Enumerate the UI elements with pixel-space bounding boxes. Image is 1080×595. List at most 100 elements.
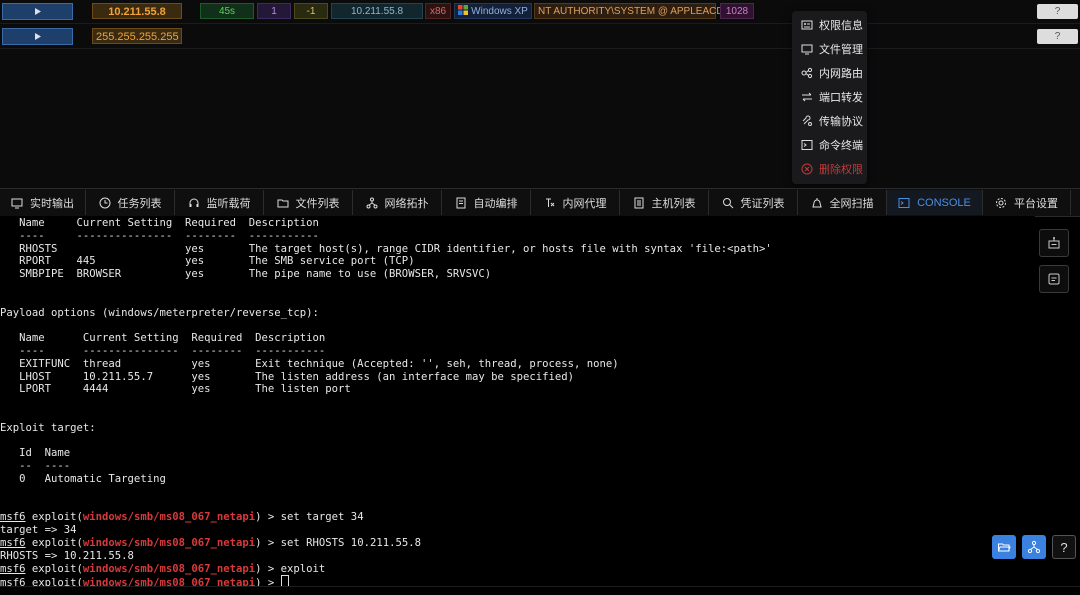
tab-credential-list[interactable]: 凭证列表 (709, 190, 798, 215)
monitor-icon (11, 197, 23, 209)
play-icon (34, 8, 41, 15)
tab-label: 任务列表 (117, 197, 162, 210)
list-icon (633, 197, 645, 209)
session-arch: x86 (425, 3, 451, 19)
session-help-button[interactable]: ? (1037, 29, 1078, 44)
headphones-icon (188, 197, 200, 209)
network-icon (801, 67, 813, 79)
notes-button[interactable] (1039, 265, 1069, 293)
tab-label: CONSOLE (917, 196, 971, 209)
command-output: RHOSTS => 10.211.55.8 (0, 549, 134, 562)
tab-platform-settings[interactable]: 平台设置 (983, 190, 1071, 215)
terminal-line: ---- --------------- -------- ----------… (0, 229, 319, 242)
session-panel: 10.211.55.8 45s 1 -1 10.211.55.8 x86 Win… (0, 0, 1080, 188)
tab-listener-payload[interactable]: 监听载荷 (175, 190, 264, 215)
terminal-line: -- ---- (0, 460, 71, 473)
menu-item-command-terminal[interactable]: 命令终端 (792, 133, 867, 157)
terminal-line: RPORT 445 yes The SMB service port (TCP) (0, 255, 415, 268)
session-expand-button[interactable] (2, 28, 73, 45)
tab-intranet-proxy[interactable]: 内网代理 (531, 190, 620, 215)
tab-task-list[interactable]: 任务列表 (86, 190, 175, 215)
session-id: 1 (257, 3, 291, 19)
swap-arrows-icon (801, 91, 813, 103)
prompt-line: msf6 exploit(windows/smb/ms08_067_netapi… (0, 563, 325, 576)
prompt-line: msf6 exploit(windows/smb/ms08_067_netapi… (0, 537, 421, 550)
menu-item-label: 端口转发 (819, 92, 863, 104)
prompt-suffix: ) > exploit (255, 562, 326, 575)
prompt-suffix: ) > set RHOSTS 10.211.55.8 (255, 537, 421, 549)
open-folder-button[interactable] (992, 535, 1016, 559)
prompt-user: msf6 (0, 562, 26, 575)
terminal-line: Name Current Setting Required Descriptio… (0, 217, 319, 229)
menu-item-permission-info[interactable]: 权限信息 (792, 13, 867, 37)
menu-item-delete-permission[interactable]: 删除权限 (792, 157, 867, 181)
topology-button[interactable] (1022, 535, 1046, 559)
session-user: NT AUTHORITY\SYSTEM @ APPLEACD1 (534, 3, 729, 19)
terminal-line: 0 Automatic Targeting (0, 473, 166, 485)
robot-button[interactable] (1039, 229, 1069, 257)
robot-icon (1048, 237, 1060, 249)
help-button[interactable]: ? (1052, 535, 1076, 559)
menu-item-label: 删除权限 (819, 164, 863, 176)
play-icon (34, 33, 41, 40)
windows-icon (458, 5, 469, 15)
topology-icon (1027, 540, 1041, 554)
tab-auto-orchestration[interactable]: 自动编排 (442, 190, 531, 215)
tab-label: 文件列表 (295, 197, 340, 210)
session-os-label: Windows XP (471, 6, 528, 17)
menu-item-file-manager[interactable]: 文件管理 (792, 37, 867, 61)
folder-open-icon (998, 543, 1011, 552)
terminal-line: LHOST 10.211.55.7 yes The listen address… (0, 370, 575, 383)
tab-network-topology[interactable]: 网络拓扑 (353, 190, 442, 215)
menu-item-label: 内网路由 (819, 68, 863, 80)
terminal-icon (898, 197, 910, 209)
monitor-icon (801, 43, 813, 55)
session-expand-button[interactable] (2, 3, 73, 20)
menu-item-label: 文件管理 (819, 44, 863, 56)
prompt-prefix: exploit( (25, 537, 83, 549)
tab-console[interactable]: CONSOLE (887, 190, 983, 215)
session-internal-ip: 10.211.55.8 (331, 3, 423, 19)
terminal-line: Id Name (0, 447, 71, 460)
tab-realtime-output[interactable]: 实时输出 (0, 190, 86, 215)
tab-label: 监听载荷 (206, 197, 251, 210)
menu-item-label: 权限信息 (819, 20, 863, 32)
session-value: -1 (294, 3, 328, 19)
menu-item-intranet-route[interactable]: 内网路由 (792, 61, 867, 85)
terminal-line: RHOSTS yes The target host(s), range CID… (0, 242, 772, 255)
prompt-module: windows/smb/ms08_067_netapi (82, 537, 256, 549)
console-terminal[interactable]: Name Current Setting Required Descriptio… (0, 216, 1035, 592)
tab-host-list[interactable]: 主机列表 (620, 190, 709, 215)
prompt-user: msf6 (0, 537, 26, 549)
clock-icon (99, 197, 111, 209)
prompt-module: windows/smb/ms08_067_netapi (82, 511, 256, 524)
session-ip: 255.255.255.255 (92, 28, 182, 44)
tab-label: 实时输出 (30, 197, 74, 210)
session-row[interactable]: 10.211.55.8 45s 1 -1 10.211.55.8 x86 Win… (0, 0, 1080, 24)
tab-network-scan[interactable]: 全网扫描 (798, 190, 887, 215)
menu-item-transfer-protocol[interactable]: 传输协议 (792, 109, 867, 133)
menu-item-port-forward[interactable]: 端口转发 (792, 85, 867, 109)
tab-label: 主机列表 (651, 197, 696, 210)
terminal-line: ---- --------------- -------- ----------… (0, 345, 326, 357)
radar-icon (811, 197, 823, 209)
terminal-line: LPORT 4444 yes The listen port (0, 383, 351, 396)
notes-icon (1048, 273, 1060, 285)
terminal-icon (801, 139, 813, 151)
question-icon: ? (1060, 539, 1068, 555)
tab-file-list[interactable]: 文件列表 (264, 190, 353, 215)
session-ip: 10.211.55.8 (92, 3, 182, 19)
tab-label: 凭证列表 (740, 197, 785, 210)
menu-item-label: 传输协议 (819, 116, 863, 128)
session-row[interactable]: 255.255.255.255 ? (0, 25, 1080, 49)
session-help-button[interactable]: ? (1037, 4, 1078, 19)
search-icon (722, 197, 734, 209)
prompt-prefix: exploit( (25, 562, 83, 575)
terminal-line: Payload options (windows/meterpreter/rev… (0, 306, 319, 319)
topology-icon (366, 197, 378, 209)
document-icon (455, 197, 467, 209)
proxy-icon (544, 197, 556, 209)
session-os: Windows XP (454, 3, 532, 19)
tab-label: 网络拓扑 (384, 197, 429, 210)
tab-label: 自动编排 (473, 197, 518, 210)
